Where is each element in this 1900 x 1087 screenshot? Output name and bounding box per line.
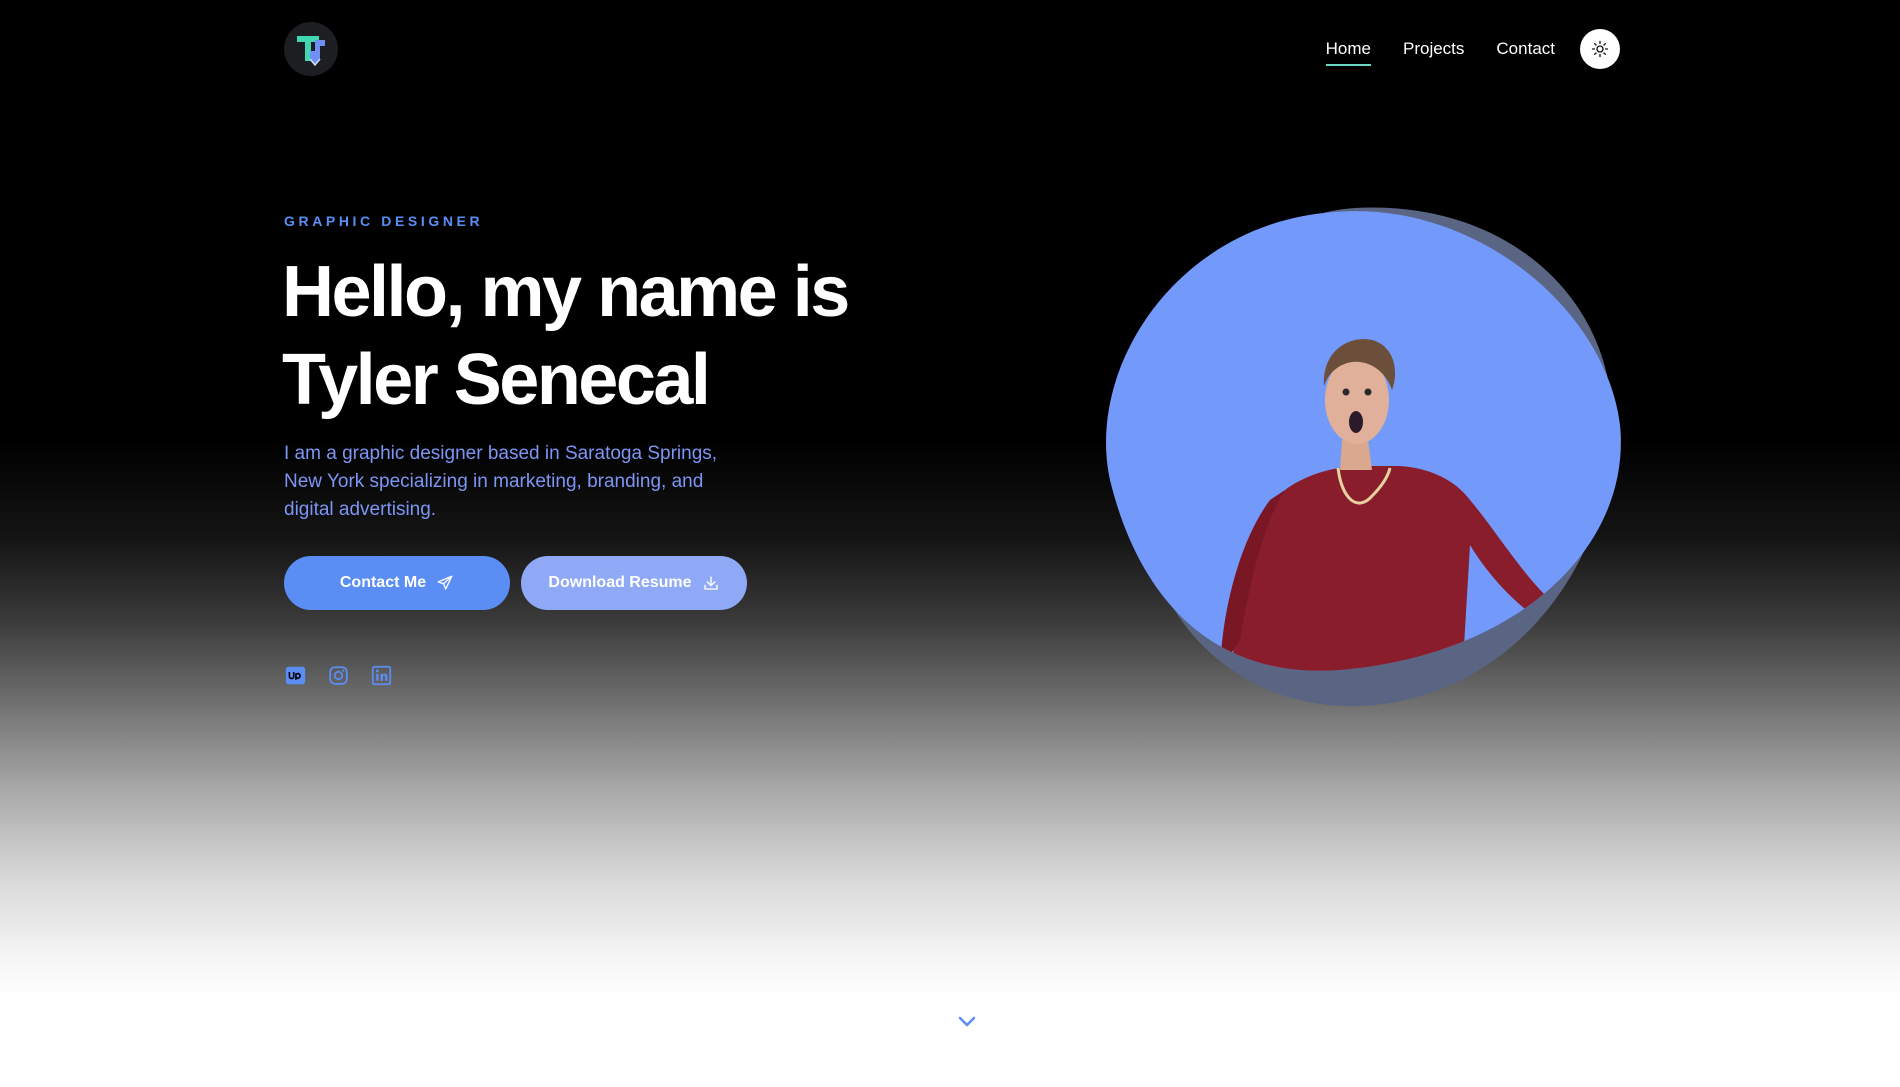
headline-line-1: Hello, my name is	[282, 252, 850, 332]
scroll-down-button[interactable]	[955, 1012, 979, 1032]
linkedin-icon	[371, 665, 391, 685]
social-links	[284, 664, 413, 686]
instagram-link[interactable]	[327, 664, 349, 686]
main-nav: Home Projects Contact	[1294, 28, 1620, 70]
headline-line-2: Tyler Senecal	[282, 340, 711, 420]
theme-toggle-button[interactable]	[1580, 29, 1620, 69]
logo-monogram-icon	[297, 36, 325, 67]
contact-me-label: Contact Me	[339, 574, 427, 591]
hero-headline: Hello, my name is Tyler Senecal	[282, 248, 850, 424]
hero-portrait	[1106, 207, 1621, 707]
instagram-icon	[328, 665, 348, 685]
nav-projects[interactable]: Projects	[1403, 28, 1464, 70]
linkedin-link[interactable]	[370, 664, 392, 686]
upwork-icon	[285, 666, 305, 684]
nav-home[interactable]: Home	[1325, 28, 1372, 70]
contact-me-button[interactable]: Contact Me	[284, 556, 510, 610]
download-icon	[703, 576, 718, 590]
nav-contact[interactable]: Contact	[1496, 28, 1555, 70]
site-logo[interactable]	[284, 22, 338, 76]
hero-eyebrow: GRAPHIC DESIGNER	[284, 213, 484, 229]
upwork-link[interactable]	[284, 664, 306, 686]
chevron-down-icon	[958, 1016, 976, 1027]
sun-icon	[1591, 40, 1609, 58]
download-resume-button[interactable]: Download Resume	[521, 556, 747, 610]
send-icon	[437, 575, 453, 590]
download-resume-label: Download Resume	[548, 574, 692, 591]
hero-intro: I am a graphic designer based in Saratog…	[284, 443, 718, 520]
